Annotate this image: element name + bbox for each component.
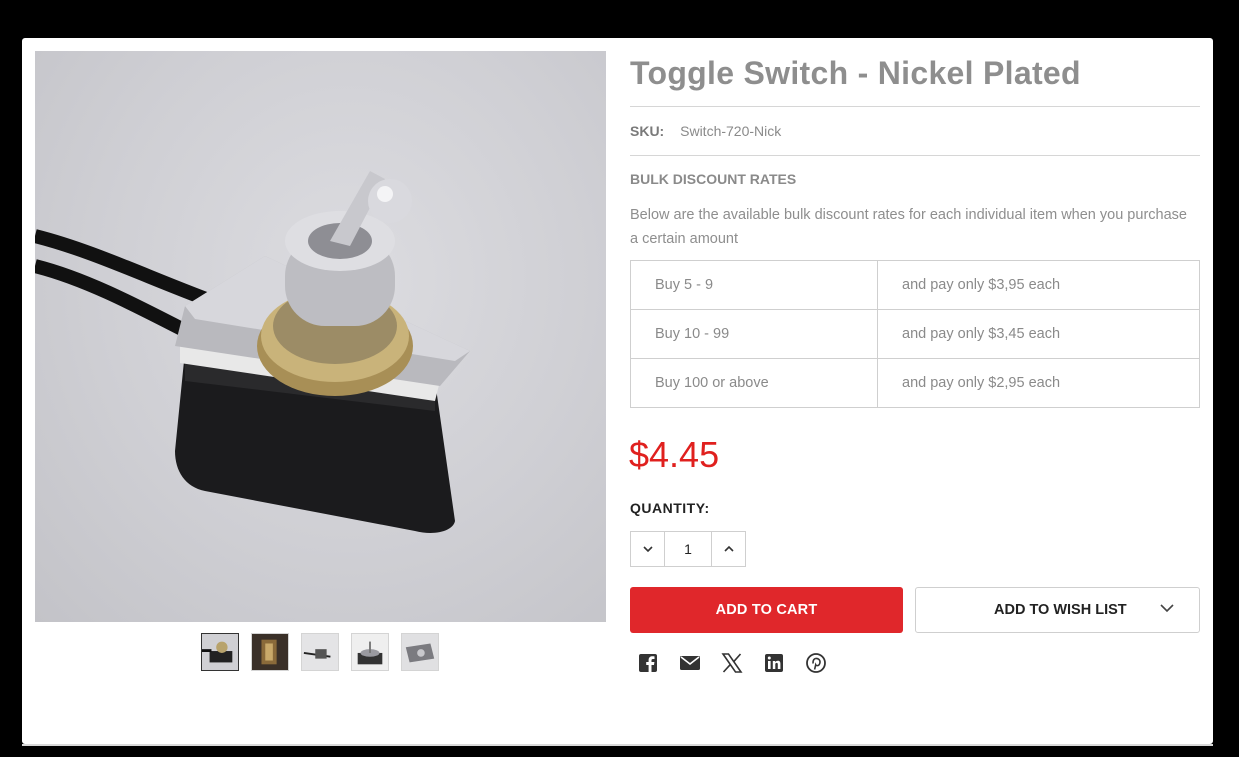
rate-price: and pay only $3,45 each — [877, 309, 1200, 359]
add-to-cart-button[interactable]: ADD TO CART — [630, 587, 903, 633]
thumbnail-4[interactable] — [351, 633, 389, 671]
thumbnail-3[interactable] — [301, 633, 339, 671]
social-share-links — [637, 652, 827, 674]
pinterest-icon[interactable] — [805, 652, 827, 674]
thumbnail-2[interactable] — [251, 633, 289, 671]
bulk-discount-heading: BULK DISCOUNT RATES — [630, 171, 797, 187]
sku-value: Switch-720-Nick — [680, 123, 782, 139]
quantity-increase-button[interactable] — [711, 532, 745, 566]
table-row: Buy 100 or above and pay only $2,95 each — [630, 358, 1200, 408]
rate-quantity: Buy 100 or above — [630, 358, 878, 408]
quantity-stepper — [630, 531, 746, 567]
rate-quantity: Buy 10 - 99 — [630, 309, 878, 359]
facebook-icon[interactable] — [637, 652, 659, 674]
quantity-decrease-button[interactable] — [631, 532, 665, 566]
wish-list-label: ADD TO WISH LIST — [994, 602, 1127, 618]
rate-quantity: Buy 5 - 9 — [630, 260, 878, 310]
thumbnail-5[interactable] — [401, 633, 439, 671]
sku-label: SKU: — [630, 123, 665, 139]
table-row: Buy 5 - 9 and pay only $3,95 each — [630, 260, 1200, 310]
rate-price: and pay only $3,95 each — [877, 260, 1200, 310]
rate-price: and pay only $2,95 each — [877, 358, 1200, 408]
add-to-wish-list-button[interactable]: ADD TO WISH LIST — [915, 587, 1200, 633]
thumbnail-1[interactable] — [201, 633, 239, 671]
quantity-label: QUANTITY: — [630, 500, 710, 516]
chevron-down-icon — [642, 546, 653, 553]
quantity-input[interactable] — [665, 532, 711, 566]
product-price: $4.45 — [629, 434, 720, 475]
product-title: Toggle Switch - Nickel Plated — [630, 55, 1081, 91]
divider — [630, 106, 1200, 107]
main-product-image[interactable] — [35, 51, 606, 622]
bulk-discount-description: Below are the available bulk discount ra… — [630, 207, 1187, 247]
sku-row: SKU: Switch-720-Nick — [630, 123, 781, 139]
thumbnail-strip — [201, 633, 439, 671]
bulk-discount-table: Buy 5 - 9 and pay only $3,95 each Buy 10… — [630, 260, 1200, 408]
email-icon[interactable] — [679, 652, 701, 674]
toggle-switch-photo — [35, 171, 470, 533]
chevron-up-icon — [723, 545, 734, 552]
linkedin-icon[interactable] — [763, 652, 785, 674]
chevron-down-icon — [1160, 604, 1174, 613]
modal-bottom-border — [22, 744, 1213, 746]
table-row: Buy 10 - 99 and pay only $3,45 each — [630, 309, 1200, 359]
divider — [630, 155, 1200, 156]
x-icon[interactable] — [721, 652, 743, 674]
